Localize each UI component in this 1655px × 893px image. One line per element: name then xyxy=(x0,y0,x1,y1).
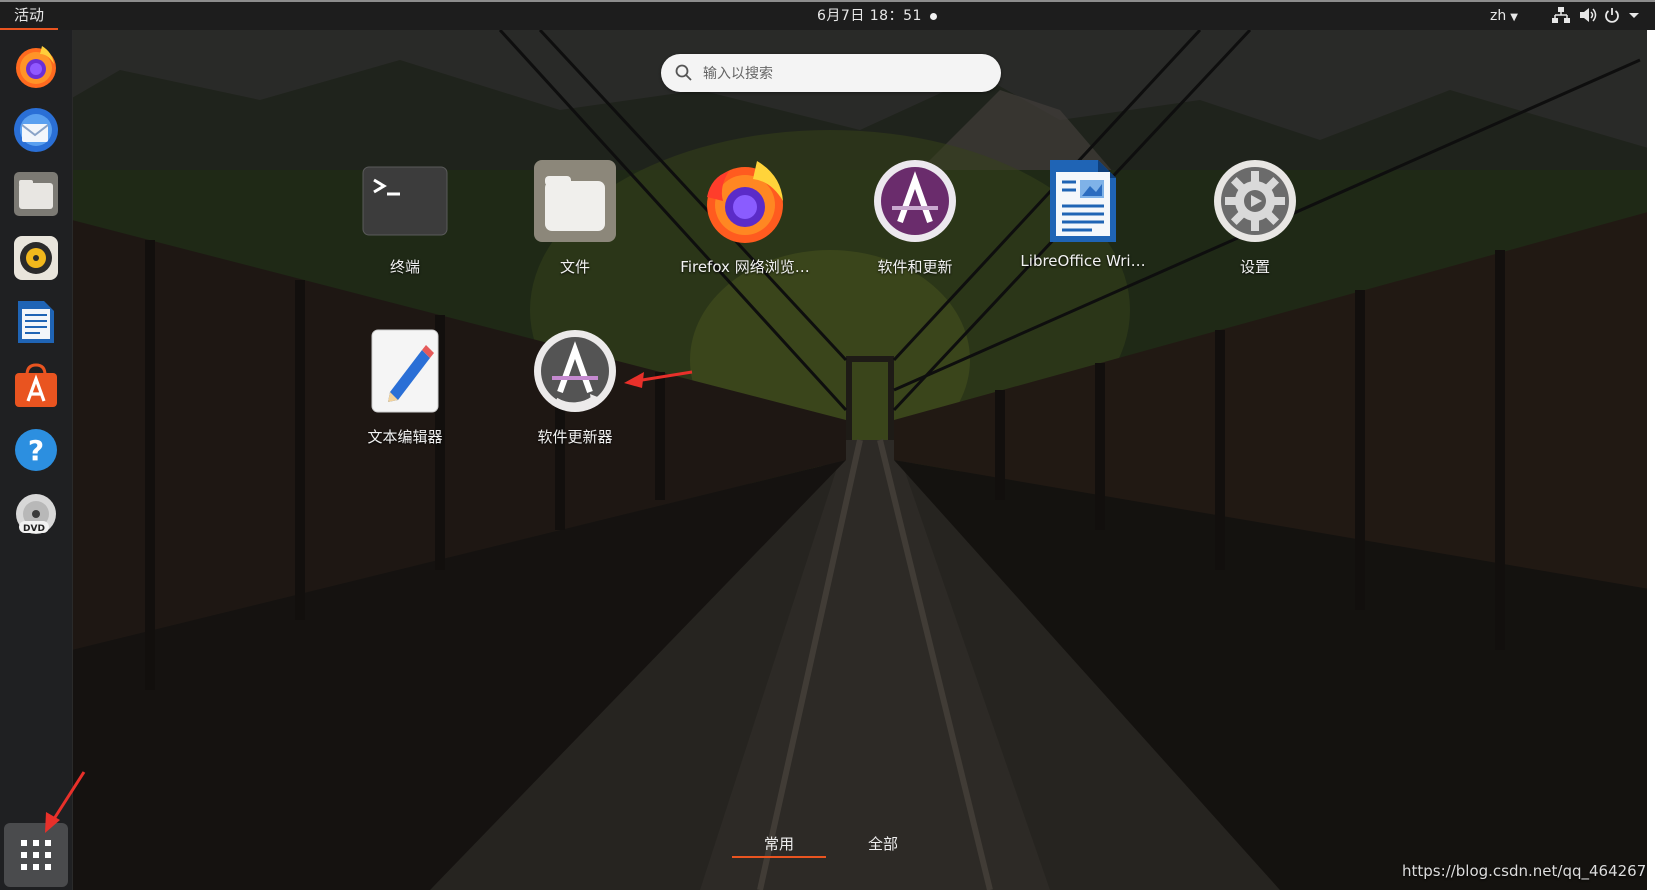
rhythmbox-icon xyxy=(14,236,58,280)
dock-rhythmbox[interactable] xyxy=(6,228,66,288)
app-label: 软件更新器 xyxy=(537,428,613,446)
language-label: zh xyxy=(1490,8,1507,24)
app-label: 终端 xyxy=(389,258,420,276)
app-label: 设置 xyxy=(1239,258,1270,276)
app-text-editor[interactable]: 文本编辑器 xyxy=(330,326,480,447)
app-software-updater[interactable]: 软件更新器 xyxy=(500,326,650,447)
terminal-icon xyxy=(362,166,448,236)
dvd-icon: DVD xyxy=(16,494,56,534)
tab-frequent[interactable]: 常用 xyxy=(732,832,826,858)
dock-thunderbird[interactable] xyxy=(6,100,66,160)
tab-all[interactable]: 全部 xyxy=(836,832,930,856)
app-label: 文件 xyxy=(559,258,590,276)
svg-text:?: ? xyxy=(28,434,44,467)
app-files[interactable]: 文件 xyxy=(500,156,650,277)
files-icon xyxy=(534,160,616,242)
files-icon xyxy=(14,172,58,216)
show-applications-button[interactable] xyxy=(4,823,68,887)
svg-text:DVD: DVD xyxy=(23,524,45,534)
desktop-wallpaper xyxy=(0,30,1655,890)
app-firefox[interactable]: Firefox 网络浏览… xyxy=(670,156,820,277)
volume-icon[interactable] xyxy=(1579,7,1597,23)
software-icon xyxy=(15,363,57,407)
desktop-screen: 活动 6月7日 18：51 zh ▼ ? DVD 输入以搜索 终端 文件 Fir… xyxy=(0,0,1655,893)
search-input[interactable] xyxy=(701,59,990,89)
notification-dot xyxy=(930,13,937,20)
firefox-icon xyxy=(707,161,783,243)
watermark: https://blog.csdn.net/qq_46426731 xyxy=(1402,862,1655,880)
thunderbird-icon xyxy=(14,108,58,152)
system-menu-chevron-icon[interactable] xyxy=(1628,7,1640,23)
app-label: Firefox 网络浏览… xyxy=(680,258,810,276)
help-icon: ? xyxy=(15,429,57,471)
dock: ? DVD xyxy=(0,30,73,890)
dock-files[interactable] xyxy=(6,164,66,224)
firefox-icon xyxy=(16,46,56,88)
search-icon xyxy=(675,64,692,81)
app-label: 文本编辑器 xyxy=(367,428,443,446)
app-software-properties[interactable]: 软件和更新 xyxy=(840,156,990,277)
dock-firefox[interactable] xyxy=(6,36,66,96)
network-icon[interactable] xyxy=(1552,7,1570,23)
power-icon[interactable] xyxy=(1604,7,1620,23)
chevron-down-icon: ▼ xyxy=(1510,12,1518,23)
window-frame-right xyxy=(1647,30,1655,893)
activities-button[interactable]: 活动 xyxy=(0,2,59,30)
app-label: 软件和更新 xyxy=(877,258,953,276)
settings-icon xyxy=(1214,160,1296,242)
software-updater-icon xyxy=(534,330,616,412)
app-label: LibreOffice Wri… xyxy=(1020,252,1146,270)
dock-help[interactable]: ? xyxy=(6,420,66,480)
language-selector[interactable]: zh ▼ xyxy=(1490,2,1518,32)
writer-icon xyxy=(1050,160,1116,242)
app-libreoffice-writer[interactable]: LibreOffice Wri… xyxy=(1008,156,1158,270)
dock-writer[interactable] xyxy=(6,292,66,352)
dock-dvd[interactable]: DVD xyxy=(6,484,66,544)
app-grid-icon xyxy=(21,840,51,870)
search-box[interactable] xyxy=(661,54,1001,92)
app-terminal[interactable]: 终端 xyxy=(330,156,480,277)
text-editor-icon xyxy=(371,329,439,413)
clock[interactable]: 6月7日 18：51 xyxy=(817,2,922,30)
writer-icon xyxy=(18,301,54,343)
dock-ubuntu-software[interactable] xyxy=(6,356,66,416)
app-settings[interactable]: 设置 xyxy=(1180,156,1330,277)
top-bar: 活动 6月7日 18：51 zh ▼ xyxy=(0,0,1655,30)
software-properties-icon xyxy=(874,160,956,242)
